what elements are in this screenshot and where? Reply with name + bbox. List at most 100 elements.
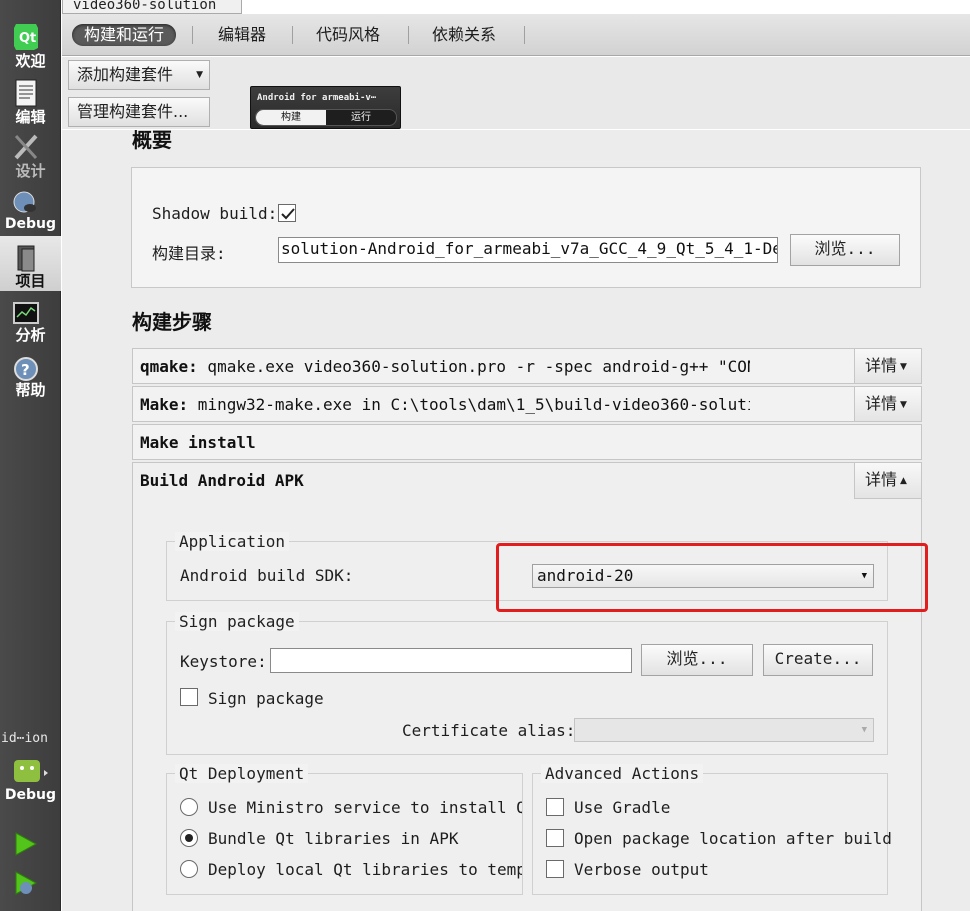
mode-label: 编辑: [15, 108, 46, 126]
annotation-highlight-box: [496, 543, 928, 612]
chevron-down-icon: ▼: [196, 70, 203, 80]
details-label: 详情: [865, 394, 898, 413]
tab-divider: [192, 26, 193, 44]
checkmark-icon: [281, 208, 295, 220]
build-dir-browse-button[interactable]: 浏览...: [790, 234, 900, 266]
build-step-android-apk: Build Android APK 详情 ▲ Application Androi…: [132, 462, 922, 911]
add-kit-label: 添加构建套件: [77, 65, 174, 84]
chevron-up-icon: ▲: [900, 475, 907, 486]
build-step-make-install: Make install: [132, 424, 922, 460]
details-label: 详情: [865, 470, 898, 489]
overview-panel: Shadow build: 构建目录: solution-Android_for…: [131, 167, 921, 288]
current-kit-name: id⋯ion: [1, 731, 48, 746]
chevron-down-icon: ▼: [861, 725, 867, 735]
mode-design[interactable]: 设计: [0, 130, 61, 185]
advanced-actions-group: Advanced Actions Use Gradle Open package…: [532, 764, 892, 895]
qt-deployment-options: Use Ministro service to install Qt Bundl…: [167, 774, 522, 894]
kit-target-panel: Android for armeabi-v⋯ 构建 运行: [250, 86, 401, 129]
step-name: Make:: [140, 395, 189, 414]
overview-heading: 概要: [132, 130, 172, 152]
mode-label: 设计: [15, 162, 46, 180]
tab-divider: [292, 26, 293, 44]
sign-package-group: Sign package Keystore: 浏览... Create... S…: [166, 612, 888, 755]
svg-text:Qt: Qt: [19, 31, 36, 46]
deploy-local-radio[interactable]: [180, 860, 198, 878]
manage-kits-button[interactable]: 管理构建套件...: [68, 97, 210, 127]
design-pencil-icon: [14, 134, 38, 160]
add-kit-button[interactable]: 添加构建套件 ▼: [68, 60, 210, 90]
mode-label: Debug: [4, 216, 57, 232]
certificate-alias-select[interactable]: ▼: [574, 718, 874, 742]
qt-deployment-group: Qt Deployment Use Ministro service to in…: [166, 764, 523, 895]
mode-analyze[interactable]: 分析: [0, 298, 61, 353]
debug-bug-icon: [13, 191, 36, 213]
open-package-location-label: Open package location after build: [574, 829, 892, 848]
mode-projects[interactable]: 项目: [0, 236, 61, 291]
use-gradle-label: Use Gradle: [574, 798, 671, 817]
shadow-build-label: Shadow build:: [152, 204, 278, 223]
apk-details-button[interactable]: 详情 ▲: [854, 463, 921, 499]
step-summary: qmake.exe video360-solution.pro -r -spec…: [197, 357, 750, 376]
project-settings-tabbar: 构建和运行 编辑器 代码风格 依赖关系: [62, 14, 970, 56]
certificate-alias-label: Certificate alias:: [402, 721, 576, 740]
sign-package-checkbox-label: Sign package: [208, 689, 324, 708]
verbose-output-label: Verbose output: [574, 860, 709, 879]
mode-debug[interactable]: Debug: [0, 186, 61, 241]
deploy-ministro-radio[interactable]: [180, 798, 198, 816]
build-step-qmake: qmake: qmake.exe video360-solution.pro -…: [132, 348, 922, 384]
build-steps-heading: 构建步骤: [132, 310, 212, 334]
step-name: qmake:: [140, 357, 198, 376]
step-summary: mingw32-make.exe in C:\tools\dam\1_5\bui…: [188, 395, 750, 414]
build-run-toggle: 构建 运行: [255, 109, 397, 126]
mode-label: 项目: [15, 272, 46, 290]
advanced-actions-group-title: Advanced Actions: [541, 764, 704, 783]
svg-text:?: ?: [21, 361, 30, 379]
keystore-browse-button[interactable]: 浏览...: [641, 644, 753, 676]
run-play-icon[interactable]: [12, 831, 38, 857]
build-step-make: Make: mingw32-make.exe in C:\tools\dam\1…: [132, 386, 922, 422]
deploy-bundle-label: Bundle Qt libraries in APK: [208, 829, 459, 848]
mode-label: 欢迎: [15, 52, 46, 70]
mode-help[interactable]: ? 帮助: [0, 353, 61, 408]
shadow-build-checkbox[interactable]: [278, 204, 296, 222]
deploy-bundle-radio[interactable]: [180, 829, 198, 847]
mode-edit[interactable]: 编辑: [0, 76, 61, 131]
kit-build-mode: Debug: [4, 787, 57, 803]
use-gradle-checkbox[interactable]: [546, 798, 564, 816]
verbose-output-checkbox[interactable]: [546, 860, 564, 878]
toggle-build[interactable]: 构建: [256, 110, 326, 125]
tab-editor[interactable]: 编辑器: [218, 24, 266, 46]
details-label: 详情: [865, 356, 898, 375]
sign-package-checkbox[interactable]: [180, 688, 198, 706]
android-device-icon: [14, 760, 48, 782]
qt-logo-icon: Qt: [14, 24, 38, 50]
chevron-down-icon: ▼: [900, 361, 907, 372]
application-group-title: Application: [175, 532, 289, 551]
tab-divider: [524, 26, 525, 44]
debug-run-icon[interactable]: [12, 870, 38, 896]
toggle-run[interactable]: 运行: [326, 110, 396, 125]
step-name: Make install: [140, 433, 256, 452]
make-details-button[interactable]: 详情 ▼: [854, 387, 921, 421]
build-dir-input[interactable]: solution-Android_for_armeabi_v7a_GCC_4_9…: [278, 237, 778, 263]
sign-package-group-title: Sign package: [175, 612, 299, 631]
qmake-details-button[interactable]: 详情 ▼: [854, 349, 921, 383]
project-title-tab[interactable]: video360-solution: [62, 0, 242, 14]
kit-target-name: Android for armeabi-v⋯: [257, 93, 377, 103]
mode-welcome[interactable]: Qt 欢迎: [0, 20, 61, 75]
chevron-down-icon: ▼: [900, 399, 907, 410]
keystore-input[interactable]: [270, 648, 632, 673]
build-settings-scroll-area[interactable]: 概要 Shadow build: 构建目录: solution-Android_…: [62, 130, 970, 911]
android-sdk-label: Android build SDK:: [180, 566, 354, 585]
step-name: Build Android APK: [140, 471, 304, 490]
tab-build-and-run[interactable]: 构建和运行: [72, 24, 177, 46]
keystore-label: Keystore:: [180, 652, 267, 671]
tab-code-style[interactable]: 代码风格: [316, 24, 380, 46]
open-package-location-checkbox[interactable]: [546, 829, 564, 847]
tab-dependencies[interactable]: 依赖关系: [432, 24, 496, 46]
deploy-local-label: Deploy local Qt libraries to temp: [208, 860, 522, 879]
build-dir-label: 构建目录:: [152, 244, 226, 263]
keystore-create-button[interactable]: Create...: [763, 644, 873, 676]
mode-label: 帮助: [15, 381, 46, 399]
mode-selector-sidebar: Qt 欢迎 编辑 设计 Debug 项目 分析 ? 帮助 id⋯ion Debu…: [0, 0, 61, 911]
